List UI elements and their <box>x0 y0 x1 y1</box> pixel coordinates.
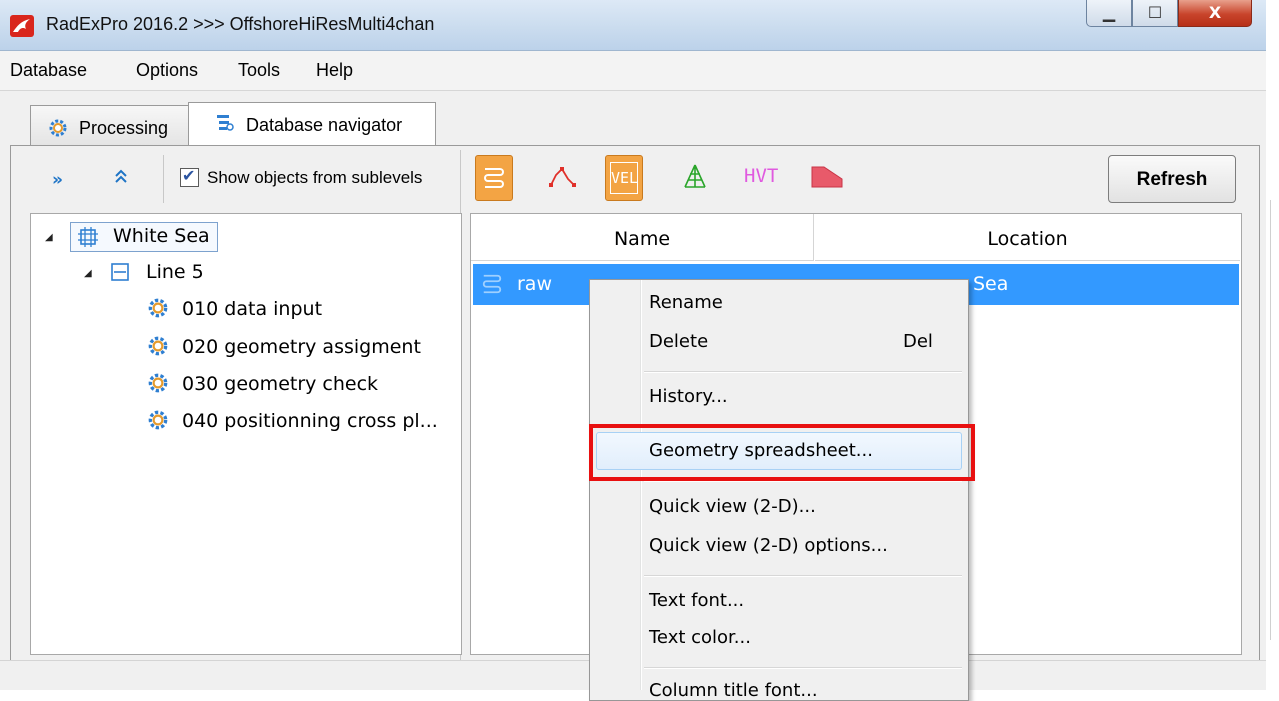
seismic-trace-icon <box>484 168 504 188</box>
tree-item-flow[interactable]: 010 data input <box>182 298 322 320</box>
context-menu-gutter <box>640 280 642 690</box>
grid-icon <box>684 164 706 188</box>
velocity-icon: VEL <box>610 162 638 194</box>
refresh-button[interactable]: Refresh <box>1108 155 1236 203</box>
menu-separator <box>644 371 962 373</box>
annotation-highlight-box <box>589 424 975 481</box>
menu-tools[interactable]: Tools <box>238 60 280 81</box>
gear-icon <box>49 119 67 137</box>
line-icon <box>111 263 129 281</box>
flow-gear-icon <box>148 298 168 318</box>
expand-triangle-icon[interactable]: ◢ <box>84 268 92 279</box>
area-icon <box>78 227 98 247</box>
tree-item-white-sea[interactable]: White Sea <box>70 222 218 252</box>
tree-item-flow[interactable]: 040 positionning cross pl... <box>182 410 438 432</box>
menu-item-delete[interactable]: Delete <box>649 331 708 352</box>
title-bar[interactable]: RadExPro 2016.2 >>> OffshoreHiResMulti4c… <box>0 0 1266 51</box>
seismic-data-filter-button[interactable] <box>475 155 513 201</box>
flow-gear-icon <box>148 373 168 393</box>
grid-filter-button[interactable] <box>676 155 712 199</box>
menu-item-rename[interactable]: Rename <box>649 292 723 313</box>
window-title: RadExPro 2016.2 >>> OffshoreHiResMulti4c… <box>46 14 435 34</box>
maximize-icon: ☐ <box>1147 3 1163 22</box>
flow-gear-icon <box>148 410 168 430</box>
tab-database-navigator-label: Database navigator <box>246 115 403 135</box>
show-sublevels-checkbox[interactable]: ✔ <box>180 166 199 187</box>
window-edge <box>1266 0 1279 690</box>
expand-triangle-icon[interactable]: ◢ <box>45 232 53 243</box>
pick-filter-button[interactable] <box>545 155 581 199</box>
row-location-cell: Sea <box>973 273 1009 295</box>
maximize-button[interactable]: ☐ <box>1132 0 1178 27</box>
tree-item-flow[interactable]: 020 geometry assigment <box>182 336 421 358</box>
minimize-icon: ▁ <box>1102 3 1116 22</box>
column-header-location[interactable]: Location <box>815 214 1240 261</box>
tab-processing-label: Processing <box>79 118 169 138</box>
tab-processing[interactable]: Processing <box>30 105 190 146</box>
menu-item-column-title-font[interactable]: Column title font... <box>649 680 818 701</box>
database-tree <box>30 213 462 655</box>
collapse-all-icon[interactable] <box>114 168 128 189</box>
menu-item-quick-view-options[interactable]: Quick view (2-D) options... <box>649 535 888 556</box>
menu-separator <box>644 667 962 669</box>
polygon-icon <box>811 166 843 188</box>
row-name-cell: raw <box>517 273 552 295</box>
seismic-trace-icon <box>482 274 502 294</box>
checkmark-icon: ✔ <box>182 166 196 185</box>
menu-item-quick-view[interactable]: Quick view (2-D)... <box>649 496 816 517</box>
radexpro-logo-icon <box>10 15 34 37</box>
hvt-icon: HVT <box>744 165 779 187</box>
tree-item-flow[interactable]: 030 geometry check <box>182 373 378 395</box>
menu-item-text-color[interactable]: Text color... <box>649 627 751 648</box>
expand-all-icon[interactable]: » <box>52 170 63 190</box>
tab-database-navigator[interactable]: Database navigator <box>188 102 436 147</box>
delete-shortcut: Del <box>903 331 933 352</box>
pick-icon <box>549 167 576 187</box>
menu-options[interactable]: Options <box>136 60 198 81</box>
show-sublevels-label: Show objects from sublevels <box>207 168 423 187</box>
database-navigator-icon <box>217 115 234 131</box>
menu-help[interactable]: Help <box>316 60 353 81</box>
menu-item-history[interactable]: History... <box>649 386 728 407</box>
menu-separator <box>644 575 962 577</box>
close-button[interactable]: X <box>1178 0 1252 27</box>
menu-item-text-font[interactable]: Text font... <box>649 590 744 611</box>
hvt-filter-button[interactable]: HVT <box>740 155 786 199</box>
tree-root-label: White Sea <box>113 225 210 247</box>
tree-item-line[interactable]: Line 5 <box>146 261 204 283</box>
column-header-name[interactable]: Name <box>471 214 814 261</box>
polygon-filter-button[interactable] <box>806 155 843 199</box>
close-icon: X <box>1208 3 1222 22</box>
minimize-button[interactable]: ▁ <box>1086 0 1132 27</box>
menu-bar: Database Options Tools Help <box>0 51 1266 91</box>
flow-gear-icon <box>148 336 168 356</box>
velocity-filter-button[interactable]: VEL <box>605 155 643 201</box>
menu-database[interactable]: Database <box>10 60 87 81</box>
toolbar-separator <box>163 155 164 203</box>
